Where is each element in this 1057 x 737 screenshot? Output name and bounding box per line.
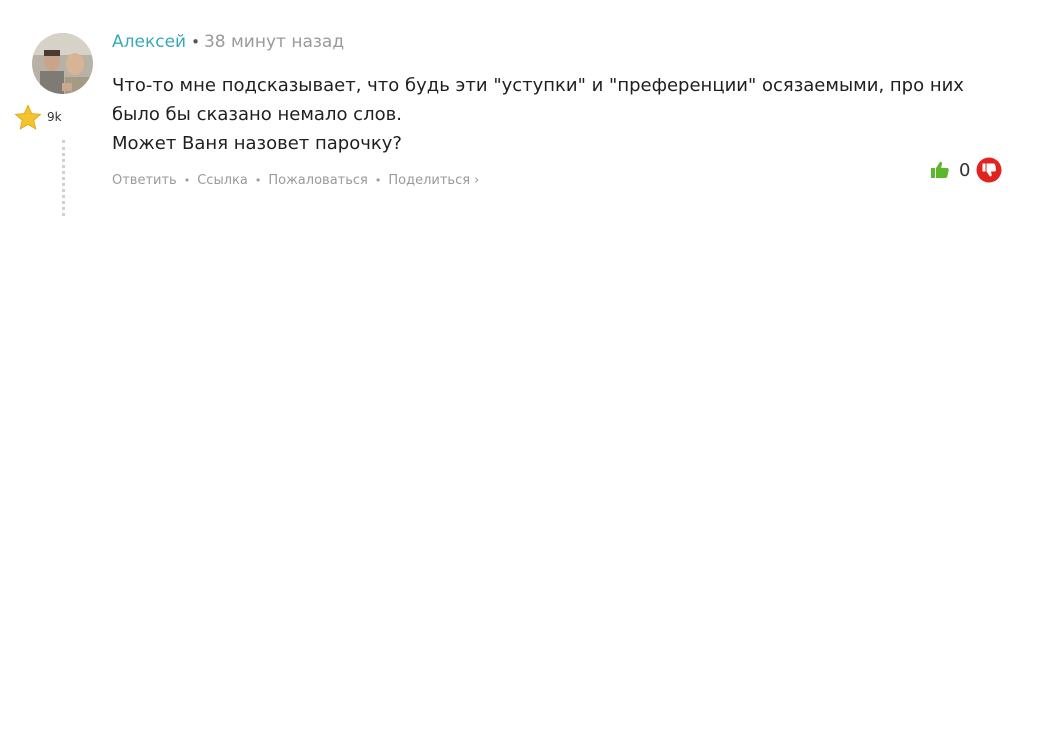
comment-timestamp[interactable]: 38 минут назад: [204, 32, 344, 52]
star-icon: [14, 104, 42, 130]
thumbs-down-icon[interactable]: [976, 157, 1002, 183]
thread-line: [62, 140, 65, 216]
comment-text-line: Что-то мне подсказывает, что будь эти "у…: [112, 75, 964, 125]
vote-score: 0: [959, 159, 971, 181]
permalink-link[interactable]: Ссылка: [197, 173, 248, 188]
user-rating: 9k: [47, 110, 62, 124]
report-link[interactable]: Пожаловаться: [268, 173, 368, 188]
actions-separator: •: [254, 174, 262, 187]
share-link[interactable]: Поделиться ›: [388, 173, 479, 188]
header-separator: •: [191, 33, 200, 51]
avatar-image: [32, 33, 93, 94]
comment-text-line: Может Ваня назовет парочку?: [112, 133, 402, 154]
thumbs-up-icon[interactable]: [930, 160, 950, 180]
vote-controls: 0: [930, 156, 1002, 184]
comment-actions: Ответить • Ссылка • Пожаловаться • Поделиться …: [112, 173, 479, 188]
reply-link[interactable]: Ответить: [112, 173, 177, 188]
author-link[interactable]: Алексей: [112, 32, 186, 52]
comment-header: Алексей • 38 минут назад: [112, 31, 344, 53]
comment-body: Что-то мне подсказывает, что будь эти "у…: [112, 71, 992, 158]
comment: 9k Алексей • 38 минут назад Что-то мне под…: [0, 0, 1057, 737]
actions-separator: •: [183, 174, 191, 187]
avatar[interactable]: [32, 33, 93, 94]
actions-separator: •: [374, 174, 382, 187]
